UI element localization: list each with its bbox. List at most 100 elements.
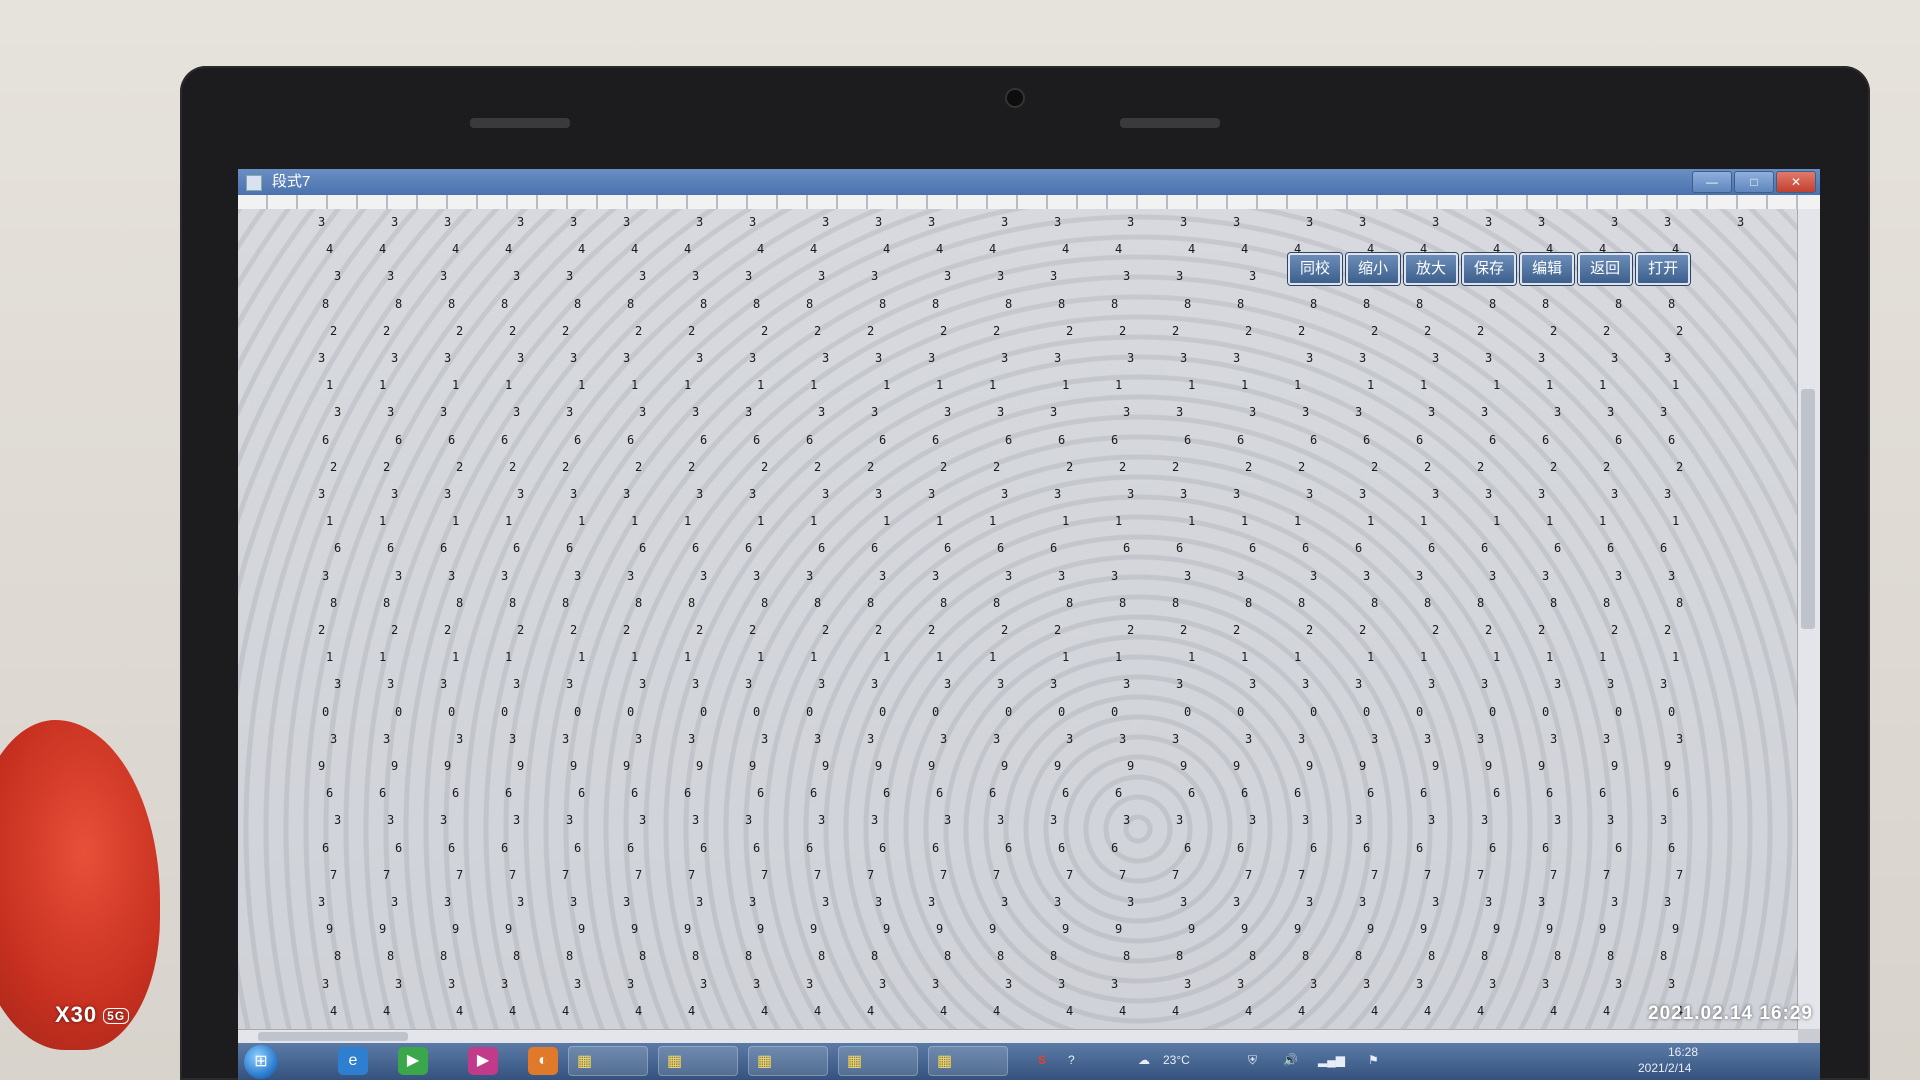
grid-digit: 2: [623, 623, 631, 637]
minimize-button[interactable]: —: [1692, 171, 1732, 193]
grid-digit: 3: [1489, 976, 1497, 991]
zoom-out-button[interactable]: 缩小: [1346, 253, 1401, 285]
back-button[interactable]: 返回: [1578, 253, 1633, 285]
vertical-scrollbar[interactable]: [1797, 209, 1820, 1029]
grid-digit: 4: [1371, 1003, 1379, 1018]
grid-digit: 3: [696, 215, 704, 229]
grid-digit: 6: [1184, 432, 1192, 447]
document-canvas: 3333333333333333333333334444444444444444…: [238, 209, 1798, 1029]
zoom-in-button[interactable]: 放大: [1404, 253, 1459, 285]
grid-digit: 8: [322, 296, 330, 311]
grid-digit: 3: [749, 215, 757, 229]
grid-digit: 2: [1127, 623, 1135, 637]
grid-digit: 3: [318, 215, 326, 229]
network-icon[interactable]: ▂▄▆: [1318, 1053, 1345, 1067]
grid-digit: 3: [1428, 677, 1436, 692]
window-titlebar[interactable]: 段式7 — □ ✕: [238, 169, 1820, 195]
grid-digit: 4: [330, 1003, 338, 1018]
grid-digit: 1: [810, 650, 818, 665]
grid-digit: 8: [562, 595, 570, 610]
grid-digit: 1: [684, 378, 692, 393]
edit-button[interactable]: 编辑: [1520, 253, 1575, 285]
grid-digit: 6: [1050, 541, 1058, 556]
grid-digit: 3: [1001, 215, 1009, 229]
grid-digit: 3: [1538, 487, 1546, 501]
grid-digit: 3: [387, 405, 395, 420]
grid-digit: 3: [1359, 895, 1367, 909]
grid-digit: 8: [1237, 296, 1245, 311]
taskbar-task-3[interactable]: ▦: [748, 1046, 828, 1076]
volume-icon[interactable]: 🔊: [1283, 1053, 1298, 1067]
grid-digit: 8: [1302, 949, 1310, 964]
clock-date[interactable]: 2021/2/14: [1638, 1061, 1691, 1075]
grid-digit: 4: [688, 1003, 696, 1018]
sogou-icon[interactable]: S: [1038, 1053, 1046, 1067]
grid-digit: 9: [936, 922, 944, 937]
grid-digit: 2: [1477, 459, 1485, 474]
grid-digit: 1: [1188, 650, 1196, 665]
horizontal-scrollbar[interactable]: [238, 1029, 1798, 1044]
grid-digit: 2: [509, 459, 517, 474]
grid-digit: 3: [1416, 976, 1424, 991]
grid-digit: 4: [1119, 1003, 1127, 1018]
taskbar-task-1[interactable]: ▦: [568, 1046, 648, 1076]
grid-digit: 0: [574, 704, 582, 719]
grid-digit: 9: [875, 759, 883, 773]
grid-digit: 9: [684, 922, 692, 937]
grid-digit: 8: [330, 595, 338, 610]
grid-digit: 3: [1611, 215, 1619, 229]
grid-digit: 2: [1245, 459, 1253, 474]
media-player-icon[interactable]: ▶: [398, 1047, 428, 1075]
grid-digit: 7: [993, 867, 1001, 882]
grid-digit: 1: [1599, 514, 1607, 529]
grid-digit: 6: [448, 840, 456, 855]
grid-digit: 9: [1294, 922, 1302, 937]
grid-digit: 3: [822, 895, 830, 909]
grid-digit: 3: [1554, 677, 1562, 692]
grid-digit: 0: [700, 704, 708, 719]
grid-digit: 3: [944, 813, 952, 828]
grid-digit: 2: [456, 459, 464, 474]
grid-digit: 6: [566, 541, 574, 556]
app-icon-pink[interactable]: ▶: [468, 1047, 498, 1075]
save-button[interactable]: 保存: [1462, 253, 1517, 285]
help-icon[interactable]: ?: [1068, 1053, 1075, 1067]
grid-digit: 3: [391, 215, 399, 229]
taskbar-task-4[interactable]: ▦: [838, 1046, 918, 1076]
grid-digit: 8: [1554, 949, 1562, 964]
grid-digit: 3: [623, 487, 631, 501]
grid-digit: 2: [1298, 459, 1306, 474]
browser-icon[interactable]: e: [338, 1047, 368, 1075]
maximize-button[interactable]: □: [1734, 171, 1774, 193]
grid-digit: 1: [1672, 650, 1680, 665]
grid-digit: 3: [1359, 487, 1367, 501]
taskbar-task-2[interactable]: ▦: [658, 1046, 738, 1076]
open-button[interactable]: 打开: [1636, 253, 1691, 285]
grid-digit: 3: [1245, 731, 1253, 746]
taskbar-task-5[interactable]: ▦: [928, 1046, 1008, 1076]
shield-icon[interactable]: ⛨: [1248, 1053, 1257, 1068]
grid-digit: 8: [513, 949, 521, 964]
clock-time[interactable]: 16:28: [1668, 1045, 1698, 1059]
grid-digit: 6: [745, 541, 753, 556]
flag-icon[interactable]: ⚑: [1368, 1053, 1379, 1067]
grid-digit: 3: [1127, 487, 1135, 501]
grid-digit: 9: [810, 922, 818, 937]
grid-digit: 1: [936, 378, 944, 393]
grid-digit: 2: [822, 623, 830, 637]
app-icon-orange[interactable]: ◐: [528, 1047, 558, 1075]
grid-digit: 6: [1554, 541, 1562, 556]
grid-digit: 6: [322, 840, 330, 855]
vertical-scroll-thumb[interactable]: [1801, 389, 1815, 629]
proofread-button[interactable]: 同校: [1288, 253, 1343, 285]
start-button[interactable]: ⊞: [244, 1045, 278, 1079]
grid-digit: 3: [932, 976, 940, 991]
grid-digit: 3: [623, 895, 631, 909]
close-button[interactable]: ✕: [1776, 171, 1816, 193]
grid-digit: 3: [1176, 405, 1184, 420]
laptop-bezel: 段式7 — □ ✕ 333333333333333333333333444444…: [180, 66, 1870, 1080]
grid-digit: 3: [1485, 215, 1493, 229]
horizontal-scroll-thumb[interactable]: [258, 1032, 408, 1041]
system-tray: S ? ☁ 23°C ⛨ 🔊 ▂▄▆ ⚑ 16:28 2021/2/14: [1018, 1043, 1820, 1080]
grid-digit: 3: [822, 351, 830, 365]
